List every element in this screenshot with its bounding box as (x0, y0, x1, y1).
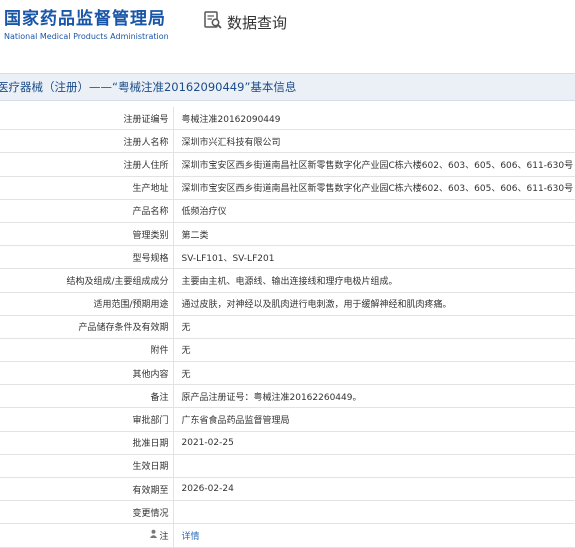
field-value: 广东省食品药品监督管理局 (173, 407, 575, 432)
field-value (173, 454, 575, 479)
info-row: 注册人名称 深圳市兴汇科技有限公司 (0, 129, 575, 154)
field-value (173, 500, 575, 525)
field-label: 产品名称 (0, 199, 174, 223)
data-query-icon (203, 10, 223, 34)
field-label: 适用范围/预期用途 (0, 292, 174, 316)
registration-info-table: 注册证编号 粤械注准20162090449 注册人名称 深圳市兴汇科技有限公司 注册人住… (0, 107, 575, 548)
info-row: 结构及组成/主要组成成分 主要由主机、电源线、输出连接线和理疗电极片组成。 (0, 268, 575, 293)
info-row: 审批部门 广东省食品药品监督管理局 (0, 407, 575, 432)
info-row: 其他内容无 (0, 361, 575, 386)
field-label: 审批部门 (0, 407, 174, 432)
field-label: 注 (0, 523, 174, 548)
field-label: 变更情况 (0, 500, 174, 525)
info-row: 备注 原产品注册证号：粤械注准20162260449。 (0, 384, 575, 409)
field-label: 备注 (0, 384, 174, 409)
info-row: 注册人住所 深圳市宝安区西乡街道南昌社区新零售数字化产业园C栋六楼602、603、… (0, 152, 575, 177)
note-label-wrap: 注 (149, 529, 169, 542)
field-value: 无 (173, 315, 575, 339)
field-value: 2026-02-24 (173, 477, 575, 502)
info-row: 附件无 (0, 338, 575, 363)
field-value: 低频治疗仪 (173, 199, 575, 223)
field-label: 结构及组成/主要组成成分 (0, 268, 174, 293)
data-query-link[interactable]: 数据查询 (203, 10, 287, 34)
field-value: 2021-02-25 (173, 431, 575, 455)
field-value: 无 (173, 338, 575, 363)
info-row: 产品储存条件及有效期无 (0, 315, 575, 339)
info-row: 生产地址 深圳市宝安区西乡街道南昌社区新零售数字化产业园C栋六楼602、603、6… (0, 176, 575, 200)
info-row: 有效期至 2026-02-24 (0, 477, 575, 502)
logo-chinese: 国家药品监督管理局 (4, 9, 166, 29)
site-header: 国家药品监督管理局 National Medical Products Admi… (0, 0, 575, 50)
nmpa-logo[interactable]: 国家药品监督管理局 National Medical Products Admi… (4, 4, 169, 41)
field-label: 有效期至 (0, 477, 174, 502)
details-link[interactable]: 详情 (182, 532, 200, 542)
field-label: 管理类别 (0, 222, 174, 247)
field-label: 注册人名称 (0, 129, 174, 154)
field-label: 注册人住所 (0, 152, 174, 177)
field-value: 深圳市宝安区西乡街道南昌社区新零售数字化产业园C栋六楼602、603、605、6… (173, 176, 575, 200)
field-value: 详情 (173, 523, 575, 548)
info-row: 批准日期 2021-02-25 (0, 431, 575, 455)
field-value: 主要由主机、电源线、输出连接线和理疗电极片组成。 (173, 268, 575, 293)
field-value: 粤械注准20162090449 (173, 107, 575, 131)
field-label: 附件 (0, 338, 174, 363)
record-title-bar: 医疗器械（注册）——“粤械注准20162090449”基本信息 (0, 73, 575, 101)
field-value: 原产品注册证号：粤械注准20162260449。 (173, 384, 575, 409)
info-row: 产品名称 低频治疗仪 (0, 199, 575, 223)
record-title: 医疗器械（注册）——“粤械注准20162090449”基本信息 (0, 80, 297, 94)
info-row: 生效日期 (0, 454, 575, 479)
info-row: 适用范围/预期用途 通过皮肤，对神经以及肌肉进行电刺激，用于缓解神经和肌肉疼痛。 (0, 292, 575, 316)
field-value: 深圳市兴汇科技有限公司 (173, 129, 575, 154)
field-label-text: 注 (159, 531, 169, 542)
field-value: 无 (173, 361, 575, 386)
info-row: 注册证编号 粤械注准20162090449 (0, 107, 575, 131)
field-value: SV-LF101、SV-LF201 (173, 245, 575, 270)
field-label: 生效日期 (0, 454, 174, 479)
field-label: 注册证编号 (0, 107, 174, 131)
note-icon (149, 529, 158, 541)
info-row: 注 详情 (0, 523, 575, 548)
info-row: 管理类别 第二类 (0, 222, 575, 247)
field-value: 通过皮肤，对神经以及肌肉进行电刺激，用于缓解神经和肌肉疼痛。 (173, 292, 575, 316)
info-row: 变更情况 (0, 500, 575, 525)
field-label: 产品储存条件及有效期 (0, 315, 174, 339)
field-value: 深圳市宝安区西乡街道南昌社区新零售数字化产业园C栋六楼602、603、605、6… (173, 152, 575, 177)
field-label: 型号规格 (0, 245, 174, 270)
field-label: 其他内容 (0, 361, 174, 386)
field-label: 批准日期 (0, 431, 174, 455)
field-value: 第二类 (173, 222, 575, 247)
field-label: 生产地址 (0, 176, 174, 200)
logo-english: National Medical Products Administration (4, 32, 169, 41)
info-row: 型号规格 SV-LF101、SV-LF201 (0, 245, 575, 270)
data-query-label: 数据查询 (227, 13, 288, 32)
